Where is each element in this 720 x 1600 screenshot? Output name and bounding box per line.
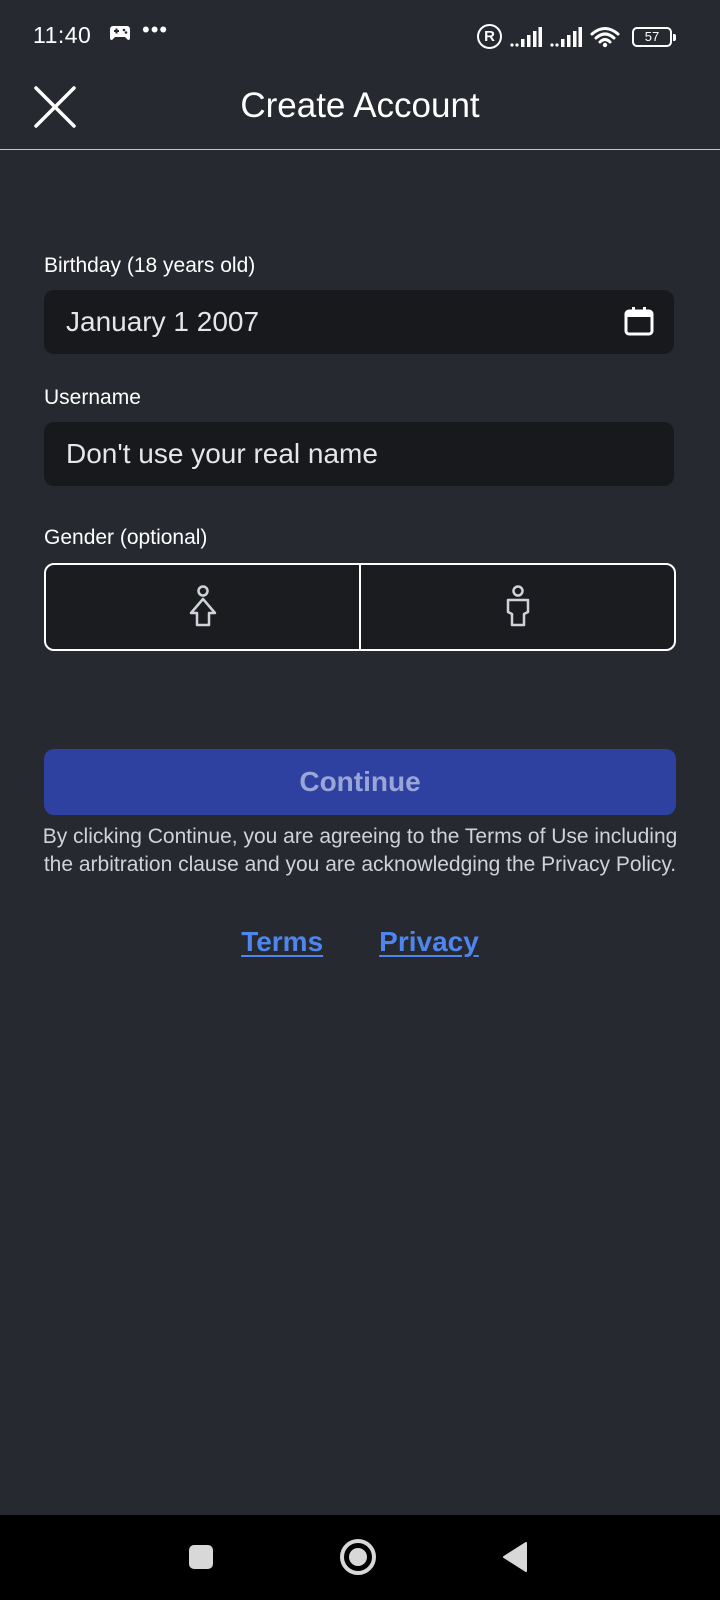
system-nav-bar (0, 1515, 720, 1600)
continue-button[interactable]: Continue (44, 749, 676, 815)
back-button[interactable] (502, 1541, 528, 1578)
more-notifications-icon: ••• (142, 17, 169, 42)
male-icon (506, 585, 529, 627)
gender-label: Gender (optional) (44, 526, 208, 549)
status-bar: 11:40 ••• R 57 (0, 0, 720, 72)
home-icon (340, 1539, 376, 1575)
username-label: Username (44, 386, 141, 409)
female-icon (189, 585, 216, 627)
calendar-button[interactable] (624, 306, 654, 336)
username-placeholder: Don't use your real name (66, 438, 378, 469)
gender-male-option[interactable] (359, 565, 674, 649)
gamepad-icon (109, 25, 131, 46)
terms-disclaimer: By clicking Continue, you are agreeing t… (42, 825, 678, 876)
registered-icon: R (477, 24, 502, 49)
status-icons: R 57 (477, 24, 676, 49)
gender-female-option[interactable] (46, 565, 359, 649)
wifi-icon (590, 26, 620, 47)
battery-icon: 57 (632, 26, 676, 47)
recents-icon (189, 1545, 213, 1569)
privacy-link[interactable]: Privacy (379, 926, 479, 958)
calendar-icon (624, 307, 654, 336)
page-title: Create Account (240, 86, 480, 125)
birthday-field[interactable]: January 1 2007 (44, 290, 674, 354)
terms-link[interactable]: Terms (241, 926, 323, 958)
signal-icon-2 (550, 26, 582, 47)
birthday-label: Birthday (18 years old) (44, 254, 256, 277)
legal-links: Terms Privacy (0, 926, 720, 958)
gender-selector (44, 563, 676, 651)
username-field[interactable]: Don't use your real name (44, 422, 674, 486)
home-button[interactable] (339, 1538, 377, 1581)
create-account-screen: 11:40 ••• R 57 Create Account Birthday (… (0, 0, 720, 1600)
status-time: 11:40 (33, 22, 92, 48)
birthday-value: January 1 2007 (66, 306, 260, 337)
recents-button[interactable] (188, 1544, 214, 1575)
app-header: Create Account (0, 72, 720, 150)
signal-icon-1 (510, 26, 542, 47)
back-icon (503, 1542, 527, 1572)
